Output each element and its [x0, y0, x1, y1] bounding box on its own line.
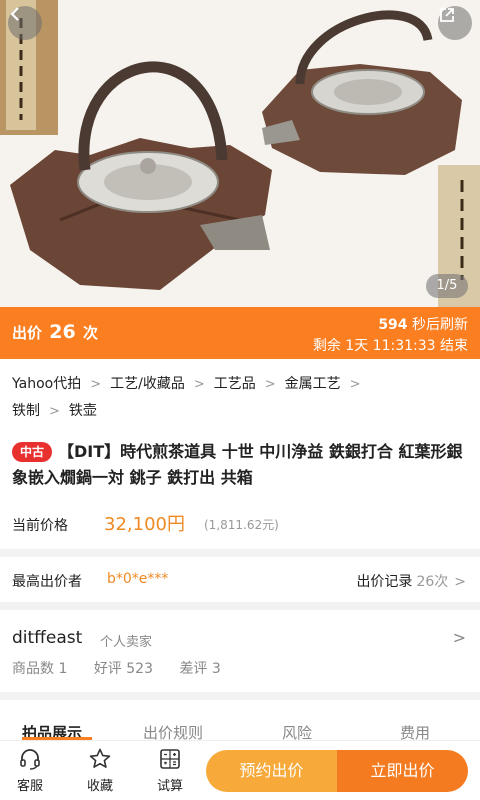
bidder-name: b*0*e*** [107, 571, 169, 587]
refresh-text: 秒后刷新 [412, 317, 468, 333]
refresh-seconds: 594 [378, 317, 408, 333]
star-icon [89, 748, 111, 768]
chevron-right-icon: > [193, 377, 205, 392]
converted-price: (1,811.62元) [204, 518, 279, 532]
calculate-button[interactable]: 试算 [146, 747, 194, 794]
breadcrumb-item[interactable]: 金属工艺 [285, 371, 341, 397]
image-pager: 1/5 [426, 274, 468, 298]
seller-type: 个人卖家 [100, 635, 153, 650]
chevron-right-icon: > [454, 574, 466, 590]
bid-status-bar: 出价 26 次 594 秒后刷新 剩余 1天 11:31:33 结束 [0, 307, 480, 359]
chevron-right-icon: > [349, 377, 361, 392]
bidder-label: 最高出价者 [12, 574, 82, 590]
seller-name: ditffeast [12, 628, 83, 648]
condition-badge: 中古 [12, 442, 53, 462]
seller-bad-reviews: 差评 3 [179, 661, 221, 677]
breadcrumb-item[interactable]: 铁制 [12, 398, 40, 424]
headset-icon [20, 749, 40, 770]
customer-service-label: 客服 [16, 779, 43, 794]
product-image-carousel[interactable]: 1/5 [0, 0, 480, 307]
breadcrumb-item[interactable]: 铁壶 [69, 398, 97, 424]
back-button[interactable] [8, 6, 42, 40]
chevron-right-icon: > [264, 377, 276, 392]
price-label: 当前价格 [12, 518, 68, 534]
breadcrumb-item[interactable]: 工艺品 [214, 371, 256, 397]
product-title-row: 中古 【DIT】時代煎茶道具 十世 中川浄益 鉄銀打合 紅葉形銀象嵌入燗鍋一対 銚… [12, 439, 468, 491]
share-button[interactable] [438, 6, 472, 40]
refresh-countdown: 594 秒后刷新 [378, 314, 468, 334]
bid-count-number: 26 [49, 321, 76, 343]
breadcrumb: Yahoo代拍 > 工艺/收藏品 > 工艺品 > 金属工艺 > 铁制 > 铁壶 [12, 371, 468, 425]
chevron-right-icon: > [452, 628, 466, 647]
detail-tabs: 拍品展示 出价规则 风险 费用 [0, 700, 480, 742]
chevron-left-icon [10, 7, 19, 21]
price-row: 当前价格 32,100円 (1,811.62元) [12, 509, 468, 535]
customer-service-button[interactable]: 客服 [6, 747, 54, 794]
chevron-right-icon: > [90, 377, 102, 392]
bid-record-count: 26次 [416, 574, 449, 590]
product-title: 【DIT】時代煎茶道具 十世 中川浄益 鉄銀打合 紅葉形銀象嵌入燗鍋一対 銚子 … [12, 442, 463, 487]
breadcrumb-item[interactable]: 工艺/收藏品 [110, 371, 185, 397]
bid-count: 出价 26 次 [12, 321, 98, 343]
bid-count-suffix: 次 [82, 324, 98, 342]
seller-item-count: 商品数 1 [12, 661, 68, 677]
seller-card[interactable]: ditffeast 个人卖家 > 商品数 1 好评 523 差评 3 [0, 610, 480, 692]
bid-record-link[interactable]: 出价记录 26次 > [356, 571, 466, 591]
share-icon [440, 8, 454, 22]
current-price: 32,100円 [104, 514, 185, 535]
bid-count-prefix: 出价 [12, 324, 43, 342]
calculate-label: 试算 [156, 779, 183, 794]
breadcrumb-item[interactable]: Yahoo代拍 [12, 371, 81, 397]
seller-stats: 商品数 1 好评 523 差评 3 [12, 658, 243, 678]
favorite-label: 收藏 [86, 779, 113, 794]
bottom-action-bar: 客服 收藏 试算 预约出价 立即出价 [0, 740, 480, 800]
calculator-icon [160, 749, 180, 769]
teapot-photo [0, 0, 480, 307]
time-remaining: 剩余 1天 11:31:33 结束 [312, 338, 468, 354]
bid-now-button[interactable]: 立即出价 [337, 750, 468, 792]
seller-good-reviews: 好评 523 [93, 661, 153, 677]
reserve-bid-button[interactable]: 预约出价 [206, 750, 337, 792]
bid-record-label: 出价记录 [356, 574, 413, 590]
product-info-card: Yahoo代拍 > 工艺/收藏品 > 工艺品 > 金属工艺 > 铁制 > 铁壶 中古 【DIT】時代煎… [0, 359, 480, 549]
favorite-button[interactable]: 收藏 [76, 747, 124, 794]
auction-item-page: 1/5 出价 26 次 594 秒后刷新 剩余 1天 11:31:33 结束 Y… [0, 0, 480, 800]
chevron-right-icon: > [49, 404, 60, 419]
highest-bidder-row[interactable]: 最高出价者 b*0*e*** 出价记录 26次 > [0, 557, 480, 602]
